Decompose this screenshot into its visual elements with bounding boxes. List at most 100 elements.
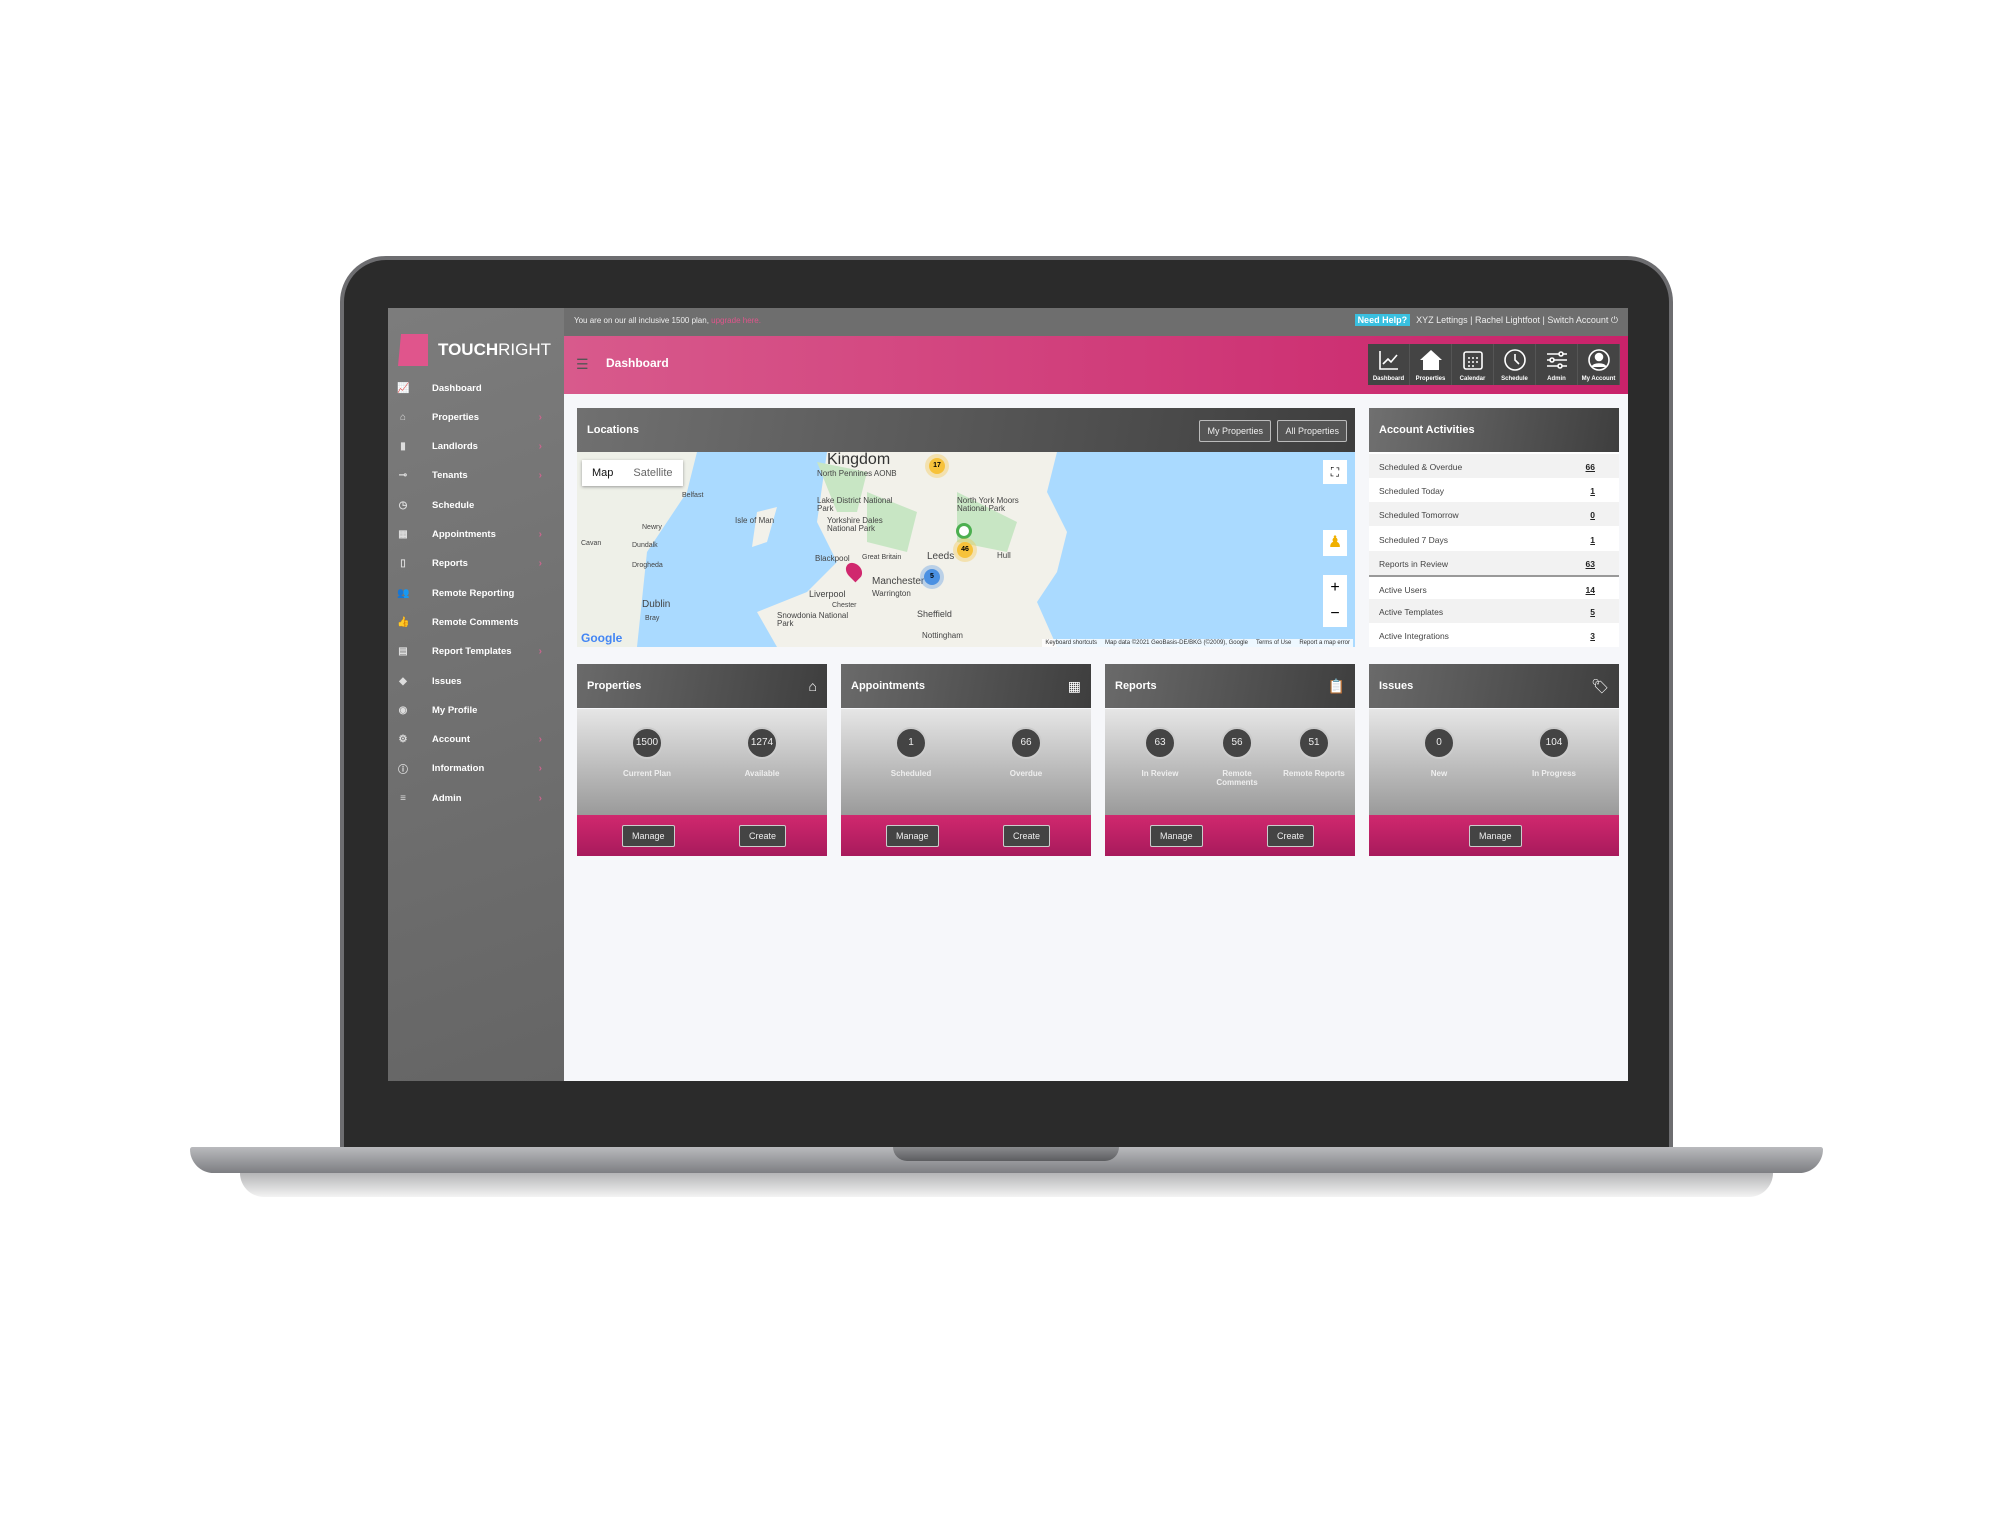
map-cluster[interactable]: 5: [924, 569, 940, 585]
stat[interactable]: 1274 Available: [727, 727, 797, 778]
sidebar-item-reports[interactable]: ▯ Reports ›: [388, 551, 564, 577]
fullscreen-icon[interactable]: ⛶: [1323, 460, 1347, 484]
need-help-button[interactable]: Need Help?: [1354, 314, 1411, 326]
map-label: Cavan: [581, 540, 602, 547]
house-icon: [1419, 348, 1443, 376]
upgrade-link[interactable]: upgrade here.: [711, 316, 761, 325]
sliders-icon: ≡: [400, 792, 406, 804]
satellite-tab[interactable]: Satellite: [623, 460, 682, 486]
calendar-icon: ▦: [398, 529, 408, 540]
topnav-label: Admin: [1547, 375, 1566, 382]
all-properties-button[interactable]: All Properties: [1277, 420, 1347, 442]
manage-button[interactable]: Manage: [1469, 825, 1522, 847]
activity-label: Scheduled Today: [1379, 486, 1445, 497]
sidebar-item-landlords[interactable]: ▮ Landlords ›: [388, 434, 564, 460]
user-icon: [1587, 348, 1611, 376]
activity-value-link[interactable]: 1: [1590, 486, 1595, 496]
chart-icon: 📈: [397, 382, 410, 394]
brand-name: TOUCHRIGHT: [438, 340, 552, 359]
map-label: Bray: [645, 615, 660, 622]
sidebar-item-label: Landlords: [432, 441, 478, 453]
clipboard-icon: 📋: [1327, 678, 1345, 694]
stat[interactable]: 56 Remote Comments: [1202, 727, 1272, 787]
stat[interactable]: 63 In Review: [1125, 727, 1195, 778]
sidebar-item-schedule[interactable]: ◷ Schedule: [388, 492, 564, 518]
sidebar-item-dashboard[interactable]: 📈 Dashboard: [388, 375, 564, 401]
sidebar-item-remote-reporting[interactable]: 👥 Remote Reporting: [388, 580, 564, 606]
map-tab[interactable]: Map: [582, 460, 623, 486]
top-strip: You are on our all inclusive 1500 plan, …: [564, 308, 1628, 336]
activity-value-link[interactable]: 0: [1590, 510, 1595, 520]
create-button[interactable]: Create: [1267, 825, 1315, 847]
sidebar-item-appointments[interactable]: ▦ Appointments ›: [388, 522, 564, 548]
sidebar-item-label: Remote Reporting: [432, 587, 515, 599]
stat-label: Available: [744, 769, 780, 778]
activity-value-link[interactable]: 66: [1586, 462, 1595, 472]
stat[interactable]: 66 Overdue: [991, 727, 1061, 778]
map-attribution-link[interactable]: Map data ©2021 GeoBasis-DE/BKG (©2009), …: [1105, 640, 1248, 646]
zoom-in-button[interactable]: +: [1323, 575, 1347, 601]
sidebar-item-account[interactable]: ⚙ Account ›: [388, 727, 564, 753]
map[interactable]: Kingdom North Pennines AONB Lake District …: [577, 452, 1355, 647]
map-cluster[interactable]: 17: [929, 458, 945, 474]
stat[interactable]: 51 Remote Reports: [1279, 727, 1349, 778]
activity-value-link[interactable]: 14: [1586, 585, 1595, 595]
map-attribution-link[interactable]: Terms of Use: [1256, 640, 1291, 646]
map-cluster[interactable]: 46: [957, 542, 973, 558]
power-icon[interactable]: ⏻: [1611, 315, 1618, 325]
topnav-my-account[interactable]: My Account: [1578, 344, 1620, 385]
menu-icon[interactable]: ☰: [576, 356, 589, 373]
sidebar-item-my-profile[interactable]: ◉ My Profile: [388, 697, 564, 723]
topnav-properties[interactable]: Properties: [1410, 344, 1452, 385]
manage-button[interactable]: Manage: [622, 825, 675, 847]
account-info[interactable]: XYZ Lettings | Rachel Lightfoot | Switch…: [1416, 315, 1608, 325]
stat[interactable]: 1500 Current Plan: [612, 727, 682, 778]
tag-icon: 🏷: [1591, 678, 1609, 694]
sidebar-item-report-templates[interactable]: ▤ Report Templates ›: [388, 639, 564, 665]
activity-value-link[interactable]: 1: [1590, 535, 1595, 545]
map-attribution-link[interactable]: Report a map error: [1299, 640, 1350, 646]
topnav-schedule[interactable]: Schedule: [1494, 344, 1536, 385]
topnav-label: Calendar: [1459, 375, 1486, 382]
zoom-out-button[interactable]: −: [1323, 601, 1347, 627]
map-attribution-link[interactable]: Keyboard shortcuts: [1045, 640, 1097, 646]
sidebar-item-remote-comments[interactable]: 👍 Remote Comments: [388, 609, 564, 635]
map-label: Chester: [832, 602, 857, 609]
sidebar-item-issues[interactable]: ◆ Issues: [388, 668, 564, 694]
topnav-admin[interactable]: Admin: [1536, 344, 1578, 385]
sidebar-item-label: Remote Comments: [432, 616, 519, 628]
manage-button[interactable]: Manage: [886, 825, 939, 847]
stat[interactable]: 1 Scheduled: [876, 727, 946, 778]
topnav-dashboard[interactable]: Dashboard: [1368, 344, 1410, 385]
topnav-calendar[interactable]: Calendar: [1452, 344, 1494, 385]
sidebar-item-information[interactable]: ⓘ Information ›: [388, 756, 564, 782]
logo[interactable]: TOUCHRIGHT: [398, 334, 551, 366]
pegman-icon[interactable]: ♟: [1323, 530, 1347, 556]
sidebar-item-label: Properties: [432, 411, 479, 423]
manage-button[interactable]: Manage: [1150, 825, 1203, 847]
activity-value-link[interactable]: 3: [1590, 631, 1595, 641]
create-button[interactable]: Create: [1003, 825, 1051, 847]
sidebar-item-label: My Profile: [432, 704, 478, 716]
stat[interactable]: 0 New: [1404, 727, 1474, 778]
my-properties-button[interactable]: My Properties: [1199, 420, 1271, 442]
create-button[interactable]: Create: [739, 825, 787, 847]
map-marker-icon[interactable]: [956, 523, 972, 539]
sidebar-item-properties[interactable]: ⌂ Properties ›: [388, 404, 564, 430]
stat-value: 1500: [631, 727, 663, 759]
activity-label: Scheduled 7 Days: [1379, 534, 1448, 545]
card-body: 0 New 104 In Progress: [1369, 709, 1619, 815]
activity-row: Scheduled Today 1: [1369, 478, 1619, 503]
stat-value: 56: [1221, 727, 1253, 759]
plan-notice: You are on our all inclusive 1500 plan, …: [574, 316, 761, 325]
sidebar-item-tenants[interactable]: ⊸ Tenants ›: [388, 463, 564, 489]
activity-value-link[interactable]: 63: [1586, 559, 1595, 569]
sidebar-item-admin[interactable]: ≡ Admin ›: [388, 785, 564, 811]
activity-label: Active Templates: [1379, 607, 1444, 618]
account-activities-panel: Account Activities Scheduled & Overdue 66…: [1369, 408, 1619, 648]
activity-value-link[interactable]: 5: [1590, 607, 1595, 617]
activity-row: Scheduled 7 Days 1: [1369, 526, 1619, 551]
stat-label: In Review: [1141, 769, 1179, 778]
stat[interactable]: 104 In Progress: [1519, 727, 1589, 778]
chevron-right-icon: ›: [538, 763, 542, 775]
